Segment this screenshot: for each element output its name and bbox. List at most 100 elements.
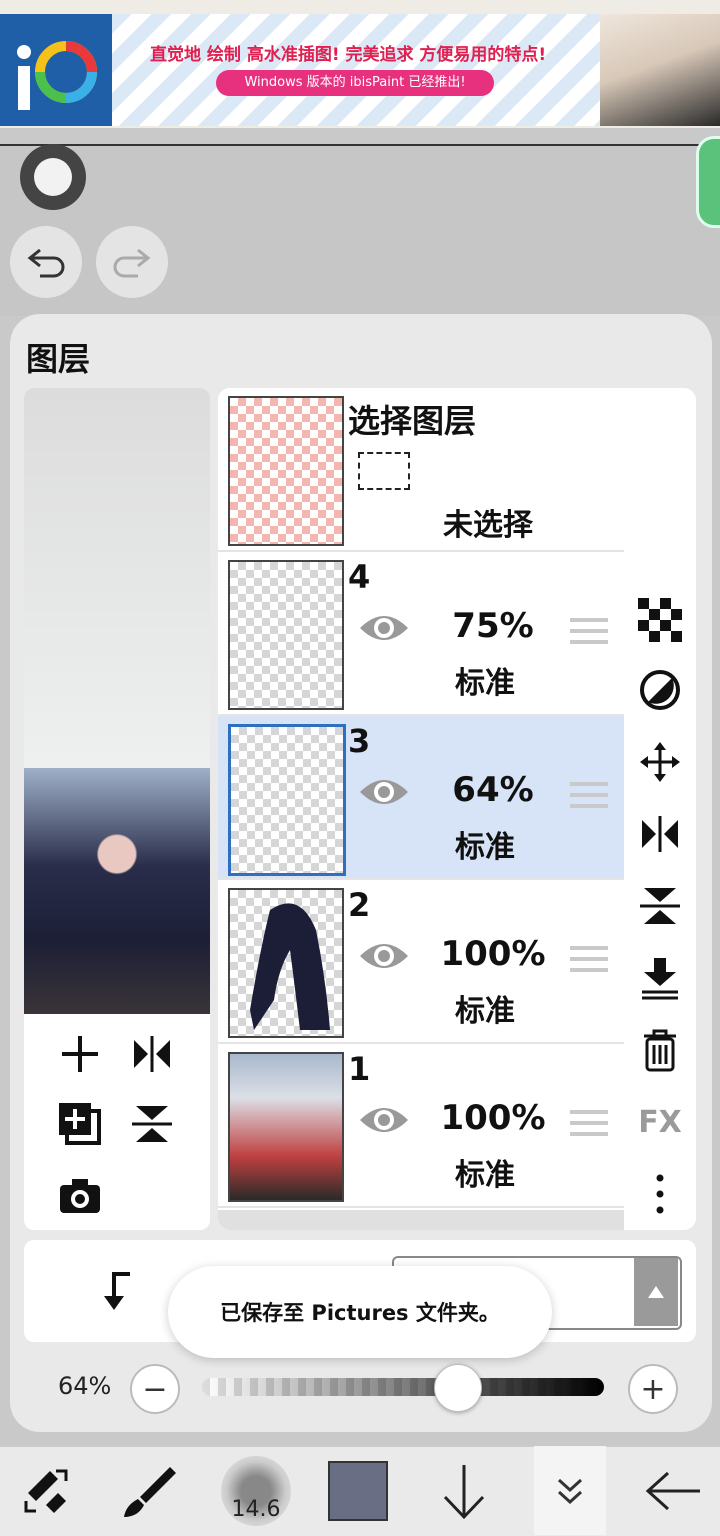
back-button[interactable] (634, 1446, 714, 1535)
visibility-eye-icon[interactable] (358, 608, 410, 648)
visibility-eye-icon[interactable] (358, 1100, 410, 1140)
layer-thumbnail (228, 1052, 344, 1202)
ibispaint-logo[interactable] (0, 14, 112, 126)
double-chevron-down-icon (557, 1478, 583, 1504)
selection-status: 未选择 (443, 508, 533, 543)
drag-handle-icon[interactable] (570, 946, 608, 976)
layer-opacity: 75% (452, 606, 534, 646)
flip-horizontal-icon (642, 816, 678, 852)
opacity-value: 64% (58, 1372, 112, 1400)
drag-handle-icon[interactable] (570, 1110, 608, 1140)
layer-row[interactable]: 2 100% 标准 (218, 880, 624, 1044)
layer-row-selected[interactable]: 3 64% 标准 (218, 716, 624, 880)
redo-button[interactable] (96, 226, 168, 298)
duplicate-icon (59, 1103, 101, 1145)
layer-blend-mode: 标准 (455, 1158, 515, 1193)
preview-artwork (24, 768, 210, 1014)
panel-title: 图层 (26, 340, 91, 378)
move-icon (640, 742, 680, 782)
opacity-slider-knob[interactable] (434, 1364, 482, 1412)
more-options-button[interactable] (636, 1170, 684, 1218)
visibility-eye-icon[interactable] (358, 772, 410, 812)
layer-opacity: 100% (440, 934, 546, 974)
selection-layer-title: 选择图层 (348, 402, 477, 440)
drag-handle-icon[interactable] (570, 618, 608, 648)
flip-vertical-button[interactable] (636, 882, 684, 930)
duplicate-layer-button[interactable] (50, 1094, 110, 1154)
undo-icon (27, 248, 65, 278)
checker-icon (638, 598, 682, 642)
trash-icon (644, 1029, 676, 1072)
current-color-swatch (328, 1460, 388, 1521)
move-layer-button[interactable] (636, 738, 684, 786)
flip-horizontal-icon (134, 1036, 170, 1072)
opacity-decrease-button[interactable]: − (130, 1364, 180, 1414)
toast-message: 已保存至 Pictures 文件夹。 (168, 1266, 552, 1358)
canvas-area[interactable] (0, 146, 720, 316)
minus-icon: − (142, 1371, 168, 1407)
layer-row[interactable]: 4 75% 标准 (218, 552, 624, 716)
preview-empty-area (24, 388, 210, 768)
drag-handle-icon[interactable] (570, 782, 608, 812)
visibility-eye-icon[interactable] (358, 936, 410, 976)
layer-number: 3 (348, 722, 371, 760)
brush-tool-button[interactable] (108, 1446, 188, 1535)
more-icon (656, 1174, 664, 1214)
layer-opacity: 100% (440, 1098, 546, 1138)
selection-layer-row[interactable]: 选择图层 未选择 (218, 388, 624, 552)
collapse-panel-button[interactable] (534, 1446, 606, 1535)
layer-list-scroll-hint (218, 1210, 624, 1230)
merge-down-button[interactable] (636, 954, 684, 1002)
brush-texture-icon: 14.6 (221, 1455, 291, 1526)
canvas-preview[interactable] (24, 388, 210, 1230)
return-arrow-icon (104, 1272, 130, 1310)
merge-down-icon (642, 958, 678, 1000)
camera-button[interactable] (50, 1166, 110, 1226)
layer-thumbnail (228, 560, 344, 710)
layer-number: 1 (348, 1050, 371, 1088)
selection-marquee-icon (358, 452, 410, 490)
brush-preview-icon[interactable] (20, 144, 86, 210)
layer-opacity: 64% (452, 770, 534, 810)
layer-blend-mode: 标准 (455, 666, 515, 701)
flip-vertical-icon (640, 888, 680, 924)
layer-thumbnail (228, 888, 344, 1038)
flip-vertical-icon (132, 1106, 172, 1142)
chat-tab-icon[interactable] (696, 136, 720, 228)
arrow-left-icon (645, 1471, 700, 1510)
selection-layer-thumbnail (228, 396, 344, 546)
brush-size-button[interactable]: 14.6 (212, 1446, 300, 1535)
layer-number: 2 (348, 886, 371, 924)
tool-switch-button[interactable] (6, 1446, 86, 1535)
camera-icon (60, 1179, 100, 1213)
ad-character-image (600, 14, 720, 126)
color-button[interactable] (318, 1446, 398, 1535)
clip-arrow-button[interactable] (92, 1266, 142, 1316)
brush-size-value: 14.6 (231, 1497, 281, 1522)
ad-headline: 直觉地 绘制 高水准插图! 完美追求 方便易用的特点! (150, 45, 547, 65)
brush-icon (124, 1466, 176, 1517)
dropdown-toggle[interactable] (634, 1258, 678, 1326)
layer-side-toolbar: FX (624, 388, 696, 1230)
ad-subline[interactable]: Windows 版本的 ibisPaint 已经推出! (216, 70, 494, 96)
transparent-fill-button[interactable] (636, 596, 684, 644)
layer-down-button[interactable] (424, 1446, 504, 1535)
layer-row[interactable]: 1 100% 标准 (218, 1044, 624, 1208)
delete-layer-button[interactable] (636, 1026, 684, 1074)
flip-layer-vertical-button[interactable] (122, 1094, 182, 1154)
layer-blend-mode: 标准 (455, 994, 515, 1029)
layer-number: 4 (348, 558, 371, 596)
flip-horizontal-button[interactable] (636, 810, 684, 858)
triangle-up-icon (648, 1286, 664, 1298)
arrow-down-icon (443, 1464, 485, 1519)
plus-icon (62, 1036, 98, 1072)
clipping-button[interactable] (636, 666, 684, 714)
plus-icon: + (640, 1371, 666, 1407)
redo-icon (113, 248, 151, 278)
opacity-slider-track[interactable] (202, 1378, 604, 1396)
opacity-increase-button[interactable]: + (628, 1364, 678, 1414)
undo-button[interactable] (10, 226, 82, 298)
fx-button[interactable]: FX (636, 1098, 684, 1146)
flip-layer-horizontal-button[interactable] (122, 1024, 182, 1084)
add-layer-button[interactable] (50, 1024, 110, 1084)
